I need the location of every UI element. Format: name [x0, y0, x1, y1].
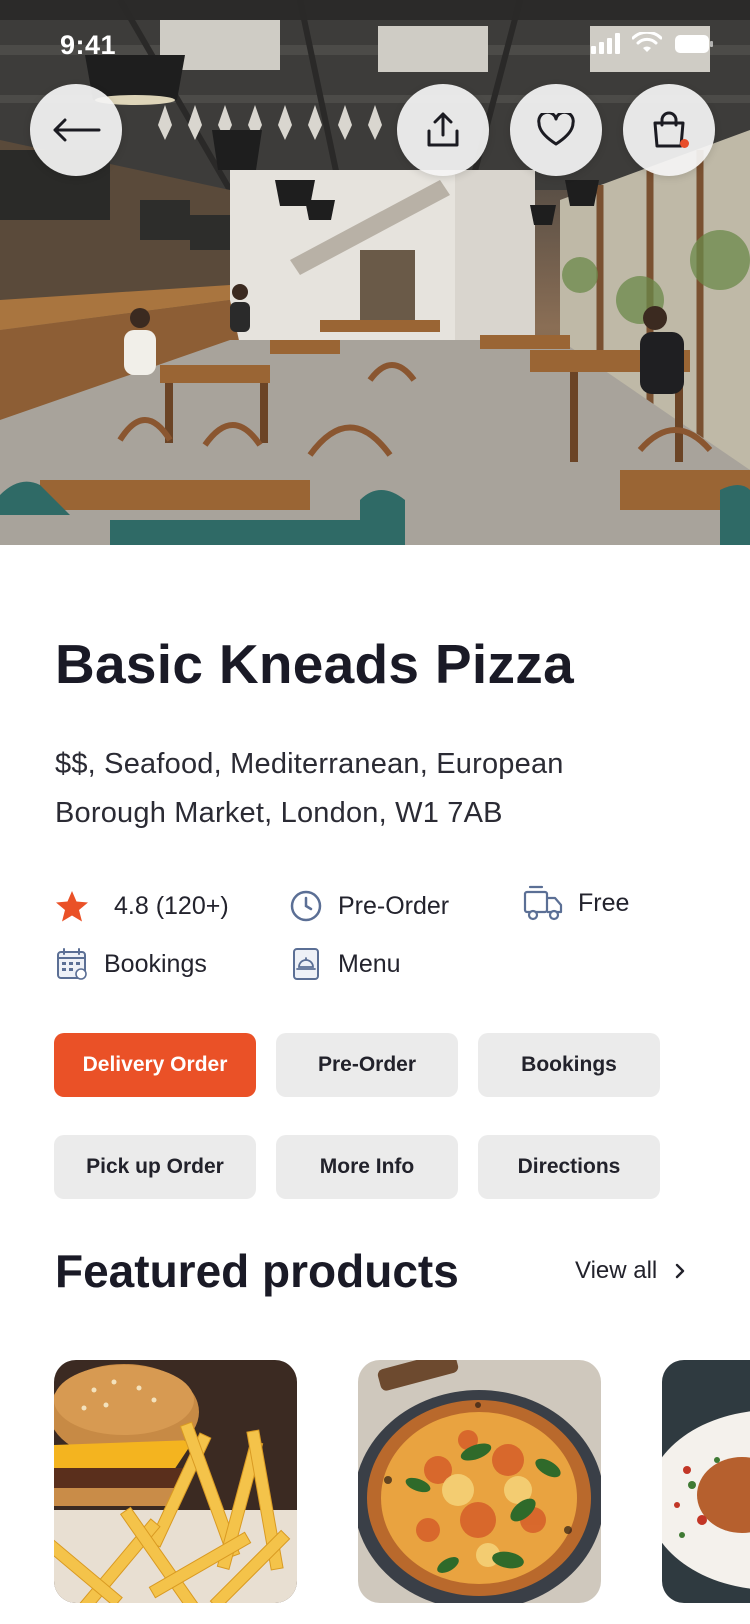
- status-bar: 9:41: [0, 0, 750, 92]
- menu-info: Menu: [288, 946, 401, 982]
- restaurant-hero-image: 9:41: [0, 0, 750, 545]
- star-icon: [54, 888, 90, 924]
- wifi-icon: [632, 32, 662, 52]
- delivery-truck-icon: [522, 885, 564, 921]
- margherita-pizza-photo: [358, 1360, 601, 1603]
- product-card-pizza[interactable]: [358, 1360, 601, 1603]
- menu-text: Menu: [338, 949, 401, 978]
- restaurant-tags: $$, Seafood, Mediterranean, European: [55, 748, 564, 780]
- share-button[interactable]: [397, 84, 489, 176]
- menu-book-icon: [288, 946, 324, 982]
- burger-and-fries-photo: [54, 1360, 297, 1603]
- rating-info: 4.8 (120+): [54, 888, 229, 924]
- pick-up-order-button[interactable]: Pick up Order: [54, 1135, 256, 1199]
- featured-products-title: Featured products: [55, 1245, 459, 1297]
- cart-button[interactable]: [623, 84, 715, 176]
- product-card-pasta[interactable]: [662, 1360, 750, 1603]
- cart-notification-dot: [680, 139, 689, 148]
- delivery-order-button[interactable]: Delivery Order: [54, 1033, 256, 1097]
- delivery-fee-text: Free: [578, 888, 630, 917]
- directions-button[interactable]: Directions: [478, 1135, 660, 1199]
- battery-icon: [675, 35, 713, 53]
- back-button[interactable]: [30, 84, 122, 176]
- view-all-link[interactable]: View all: [575, 1257, 685, 1285]
- restaurant-name: Basic Kneads Pizza: [55, 633, 574, 695]
- product-card-burger[interactable]: [54, 1360, 297, 1603]
- cellular-signal-icon: [591, 32, 620, 54]
- bookings-info: Bookings: [54, 946, 207, 982]
- view-all-label: View all: [575, 1257, 658, 1284]
- pre-order-text: Pre-Order: [338, 891, 450, 920]
- status-icons: [591, 32, 714, 54]
- rating-text: 4.8 (120+): [114, 891, 229, 920]
- heart-icon: [537, 113, 575, 146]
- more-info-button[interactable]: More Info: [276, 1135, 458, 1199]
- delivery-fee-info: Free: [522, 885, 629, 921]
- bookings-button[interactable]: Bookings: [478, 1033, 660, 1097]
- calendar-icon: [54, 946, 90, 982]
- pre-order-button[interactable]: Pre-Order: [276, 1033, 458, 1097]
- restaurant-address: Borough Market, London, W1 7AB: [55, 797, 503, 829]
- share-icon: [427, 112, 459, 147]
- arrow-left-icon: [53, 118, 101, 142]
- bookings-text: Bookings: [104, 949, 207, 978]
- pasta-dish-photo: [662, 1360, 750, 1603]
- chevron-right-icon: [676, 1263, 685, 1279]
- status-time: 9:41: [60, 30, 117, 60]
- restaurant-detail-screen: 9:41 Basic Kneads Pizza $$, Seafood, Med…: [0, 0, 750, 1624]
- clock-icon: [288, 888, 324, 924]
- pre-order-info: Pre-Order: [288, 888, 449, 924]
- favorite-button[interactable]: [510, 84, 602, 176]
